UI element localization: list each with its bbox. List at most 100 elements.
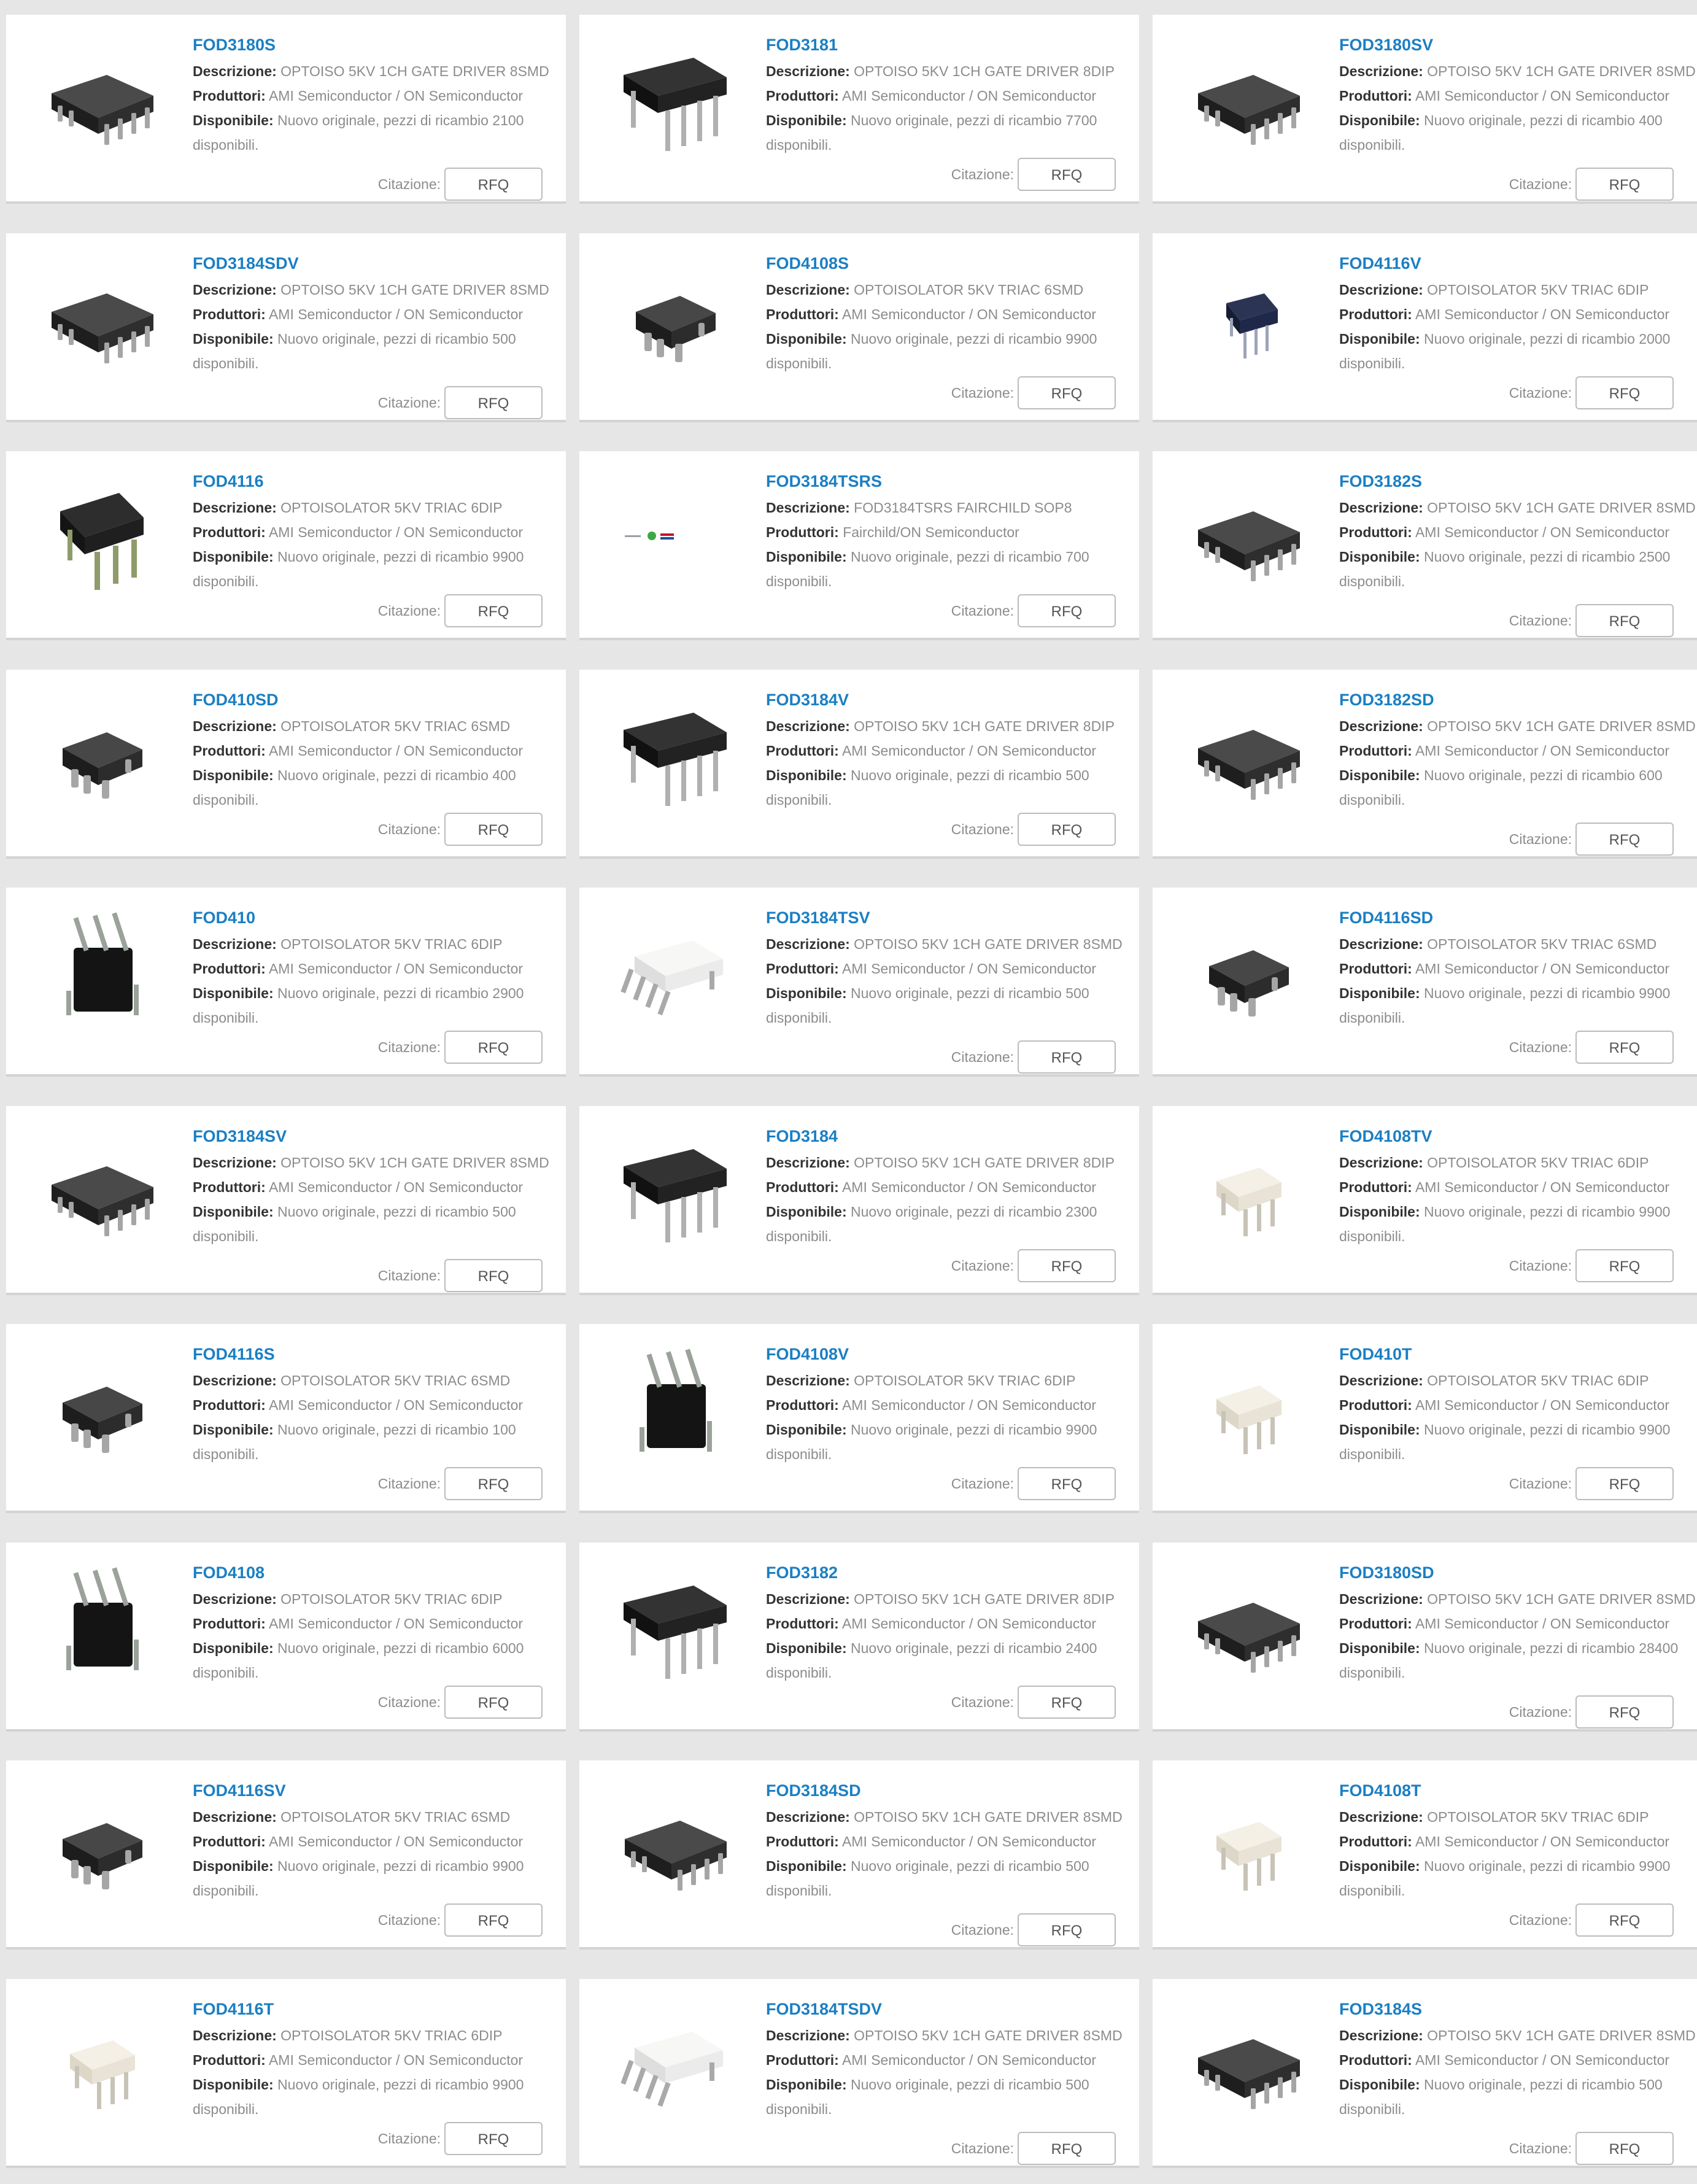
- availability-row: Disponibile: Nuovo originale, pezzi di r…: [193, 108, 566, 157]
- rfq-button[interactable]: RFQ: [1575, 1031, 1674, 1064]
- rfq-button[interactable]: RFQ: [1018, 1249, 1116, 1282]
- rfq-button[interactable]: RFQ: [1018, 376, 1116, 409]
- product-part-number-link[interactable]: FOD4116: [193, 470, 566, 493]
- rfq-button[interactable]: RFQ: [1575, 1903, 1674, 1937]
- product-part-number-link[interactable]: FOD410SD: [193, 688, 566, 711]
- rfq-button[interactable]: RFQ: [1575, 1249, 1674, 1282]
- rfq-button[interactable]: RFQ: [444, 1031, 543, 1064]
- product-part-number-link[interactable]: FOD4108TV: [1339, 1125, 1697, 1148]
- availability-label: Disponibile:: [1339, 1422, 1420, 1438]
- smd8-black-icon[interactable]: [1180, 1996, 1317, 2134]
- product-part-number-link[interactable]: FOD3182S: [1339, 470, 1697, 493]
- smd6-black-icon[interactable]: [33, 687, 171, 824]
- product-part-number-link[interactable]: FOD4108V: [766, 1342, 1139, 1366]
- product-part-number-link[interactable]: FOD4108: [193, 1561, 566, 1584]
- product-part-number-link[interactable]: FOD3180SV: [1339, 33, 1697, 56]
- product-part-number-link[interactable]: FOD3184SD: [766, 1779, 1139, 1802]
- rfq-button[interactable]: RFQ: [1018, 1467, 1116, 1500]
- product-part-number-link[interactable]: FOD4108S: [766, 252, 1139, 275]
- producers-row: Produttori: AMI Semiconductor / ON Semic…: [766, 956, 1139, 981]
- product-part-number-link[interactable]: FOD3184TSRS: [766, 470, 1139, 493]
- dip8-black-icon[interactable]: [606, 1560, 744, 1697]
- description-label: Descrizione:: [766, 500, 850, 516]
- product-part-number-link[interactable]: FOD4116S: [193, 1342, 566, 1366]
- dip6-navy-icon[interactable]: [1180, 250, 1317, 388]
- producers-row: Produttori: AMI Semiconductor / ON Semic…: [1339, 956, 1697, 981]
- smd8-black-icon[interactable]: [1180, 1560, 1317, 1697]
- product-part-number-link[interactable]: FOD3184S: [1339, 1997, 1697, 2021]
- product-part-number-link[interactable]: FOD3184TSDV: [766, 1997, 1139, 2021]
- description-value: OPTOISO 5KV 1CH GATE DRIVER 8SMD: [280, 1155, 549, 1171]
- rfq-button[interactable]: RFQ: [1018, 1913, 1116, 1946]
- rfq-button[interactable]: RFQ: [1018, 1040, 1116, 1074]
- product-part-number-link[interactable]: FOD3184TSV: [766, 906, 1139, 929]
- producers-row: Produttori: AMI Semiconductor / ON Semic…: [1339, 2048, 1697, 2072]
- rfq-button[interactable]: RFQ: [444, 1903, 543, 1937]
- smd8-black-icon[interactable]: [1180, 687, 1317, 824]
- smd6-black-icon[interactable]: [33, 1778, 171, 1915]
- availability-label: Disponibile:: [193, 1640, 274, 1656]
- rfq-button[interactable]: RFQ: [444, 594, 543, 627]
- product-part-number-link[interactable]: FOD3180S: [193, 33, 566, 56]
- rfq-button[interactable]: RFQ: [1018, 158, 1116, 191]
- rfq-button[interactable]: RFQ: [444, 1259, 543, 1292]
- rfq-button[interactable]: RFQ: [1575, 168, 1674, 201]
- smd8-white-icon[interactable]: [606, 905, 744, 1042]
- smd8-black-icon[interactable]: [33, 250, 171, 388]
- dip8-black-icon[interactable]: [606, 687, 744, 824]
- rfq-button[interactable]: RFQ: [1018, 813, 1116, 846]
- product-part-number-link[interactable]: FOD4116T: [193, 1997, 566, 2021]
- dip8-black-icon[interactable]: [606, 32, 744, 169]
- smd8-black-icon[interactable]: [33, 1123, 171, 1261]
- product-part-number-link[interactable]: FOD3184V: [766, 688, 1139, 711]
- product-part-number-link[interactable]: FOD4108T: [1339, 1779, 1697, 1802]
- product-part-number-link[interactable]: FOD3184SV: [193, 1125, 566, 1148]
- fairchild-logo-icon[interactable]: [606, 468, 744, 606]
- rfq-button[interactable]: RFQ: [444, 813, 543, 846]
- product-part-number-link[interactable]: FOD4116V: [1339, 252, 1697, 275]
- dip6-front-black-icon[interactable]: [606, 1341, 744, 1479]
- rfq-button[interactable]: RFQ: [1575, 823, 1674, 856]
- rfq-button[interactable]: RFQ: [444, 386, 543, 419]
- dip8-black-icon[interactable]: [606, 1123, 744, 1261]
- smd6-black-icon[interactable]: [1180, 905, 1317, 1042]
- rfq-button[interactable]: RFQ: [1018, 1686, 1116, 1719]
- product-part-number-link[interactable]: FOD410T: [1339, 1342, 1697, 1366]
- smd6-black-icon[interactable]: [33, 1341, 171, 1479]
- rfq-button[interactable]: RFQ: [444, 1686, 543, 1719]
- dip6-black-icon[interactable]: [33, 468, 171, 606]
- product-card: FOD4108V Descrizione: OPTOISOLATOR 5KV T…: [579, 1324, 1139, 1513]
- product-part-number-link[interactable]: FOD4116SD: [1339, 906, 1697, 929]
- smd6-black-icon[interactable]: [606, 250, 744, 388]
- product-part-number-link[interactable]: FOD3181: [766, 33, 1139, 56]
- product-part-number-link[interactable]: FOD3182: [766, 1561, 1139, 1584]
- rfq-button[interactable]: RFQ: [1575, 376, 1674, 409]
- rfq-button[interactable]: RFQ: [1018, 594, 1116, 627]
- smd8-white-icon[interactable]: [606, 1996, 744, 2134]
- dip6-white-icon[interactable]: [1180, 1123, 1317, 1261]
- dip6-white-icon[interactable]: [1180, 1341, 1317, 1479]
- product-part-number-link[interactable]: FOD3184SDV: [193, 252, 566, 275]
- rfq-button[interactable]: RFQ: [1575, 1467, 1674, 1500]
- dip6-front-black-icon[interactable]: [33, 1560, 171, 1697]
- product-part-number-link[interactable]: FOD3182SD: [1339, 688, 1697, 711]
- rfq-button[interactable]: RFQ: [444, 168, 543, 201]
- smd8-black-icon[interactable]: [1180, 32, 1317, 169]
- dip6-front-black-icon[interactable]: [33, 905, 171, 1042]
- product-part-number-link[interactable]: FOD3184: [766, 1125, 1139, 1148]
- rfq-button[interactable]: RFQ: [1575, 604, 1674, 637]
- rfq-button[interactable]: RFQ: [1018, 2132, 1116, 2165]
- quote-area: Citazione: RFQ: [378, 2121, 543, 2156]
- rfq-button[interactable]: RFQ: [1575, 1695, 1674, 1729]
- product-part-number-link[interactable]: FOD410: [193, 906, 566, 929]
- rfq-button[interactable]: RFQ: [444, 1467, 543, 1500]
- dip6-white-icon[interactable]: [1180, 1778, 1317, 1915]
- rfq-button[interactable]: RFQ: [444, 2122, 543, 2155]
- smd8-black-icon[interactable]: [33, 32, 171, 169]
- dip6-white-icon[interactable]: [33, 1996, 171, 2134]
- smd8-black-icon[interactable]: [606, 1778, 744, 1915]
- smd8-black-icon[interactable]: [1180, 468, 1317, 606]
- rfq-button[interactable]: RFQ: [1575, 2132, 1674, 2165]
- product-part-number-link[interactable]: FOD4116SV: [193, 1779, 566, 1802]
- product-part-number-link[interactable]: FOD3180SD: [1339, 1561, 1697, 1584]
